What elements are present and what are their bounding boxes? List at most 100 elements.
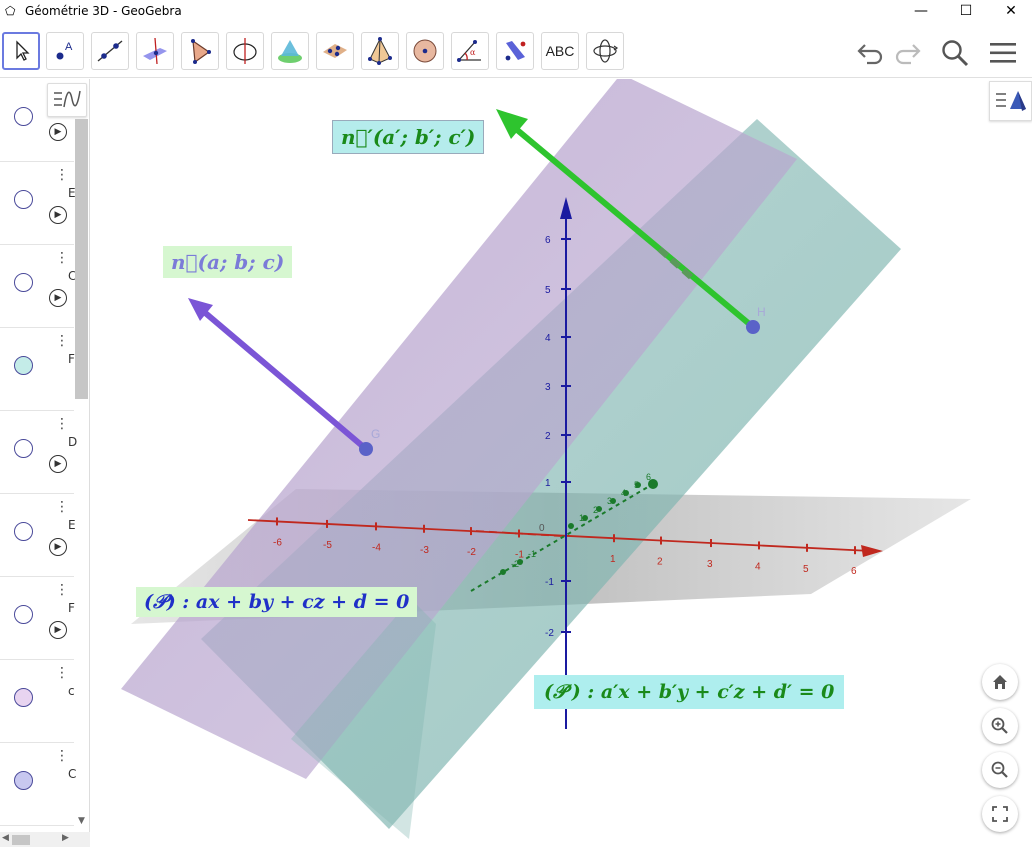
- plane-three-points-tool-button[interactable]: [316, 32, 354, 70]
- pyramid-tool-icon: [368, 37, 392, 65]
- z-axis-tick-label: 3: [545, 382, 551, 393]
- angle-tool-button[interactable]: α: [451, 32, 489, 70]
- more-options-icon[interactable]: ⋮: [55, 251, 69, 265]
- origin-label: 0: [539, 523, 545, 534]
- y-axis-tick: [500, 569, 506, 575]
- visibility-toggle-icon[interactable]: [14, 771, 33, 790]
- visibility-toggle-icon[interactable]: [14, 190, 33, 209]
- point-h[interactable]: [746, 320, 760, 334]
- pyramid-tool-button[interactable]: [361, 32, 399, 70]
- minimize-button[interactable]: —: [898, 0, 944, 22]
- perpendicular-line-tool-button[interactable]: [136, 32, 174, 70]
- text-tool-button[interactable]: ABC: [541, 32, 579, 70]
- point-tool-icon: A: [56, 41, 73, 60]
- vector-n[interactable]: [201, 308, 368, 452]
- label-plane-p-prime[interactable]: (𝒫′) : a′x + b′y + c′z + d′ = 0: [534, 675, 845, 709]
- x-axis-tick-label: -2: [467, 547, 476, 558]
- algebra-row-text: C: [68, 767, 77, 781]
- horizontal-scroll-thumb[interactable]: [12, 835, 30, 845]
- move-tool-button[interactable]: [2, 32, 40, 70]
- visibility-toggle-icon[interactable]: [14, 107, 33, 126]
- algebra-graph-icon: [54, 90, 81, 108]
- play-slider-icon[interactable]: ▶: [49, 123, 67, 141]
- visibility-toggle-icon[interactable]: [14, 273, 33, 292]
- algebra-row-text: D: [68, 435, 78, 449]
- point-tool-button[interactable]: A: [46, 32, 84, 70]
- more-options-icon[interactable]: ⋮: [55, 749, 69, 763]
- algebra-view-toggle-button[interactable]: [47, 83, 87, 117]
- scroll-down-arrow-icon[interactable]: ▼: [78, 816, 85, 826]
- sphere-tool-button[interactable]: [406, 32, 444, 70]
- more-options-icon[interactable]: ⋮: [55, 500, 69, 514]
- zoom-in-button[interactable]: [982, 708, 1018, 744]
- visibility-toggle-icon[interactable]: [14, 688, 33, 707]
- zoom-out-button[interactable]: [982, 752, 1018, 788]
- more-options-icon[interactable]: ⋮: [55, 334, 69, 348]
- label-n[interactable]: n⃗(a; b; c): [163, 246, 293, 278]
- y-axis-tick: [582, 515, 588, 521]
- polygon-tool-icon: [191, 39, 211, 64]
- x-axis-tick-label: -6: [273, 537, 282, 548]
- play-slider-icon[interactable]: ▶: [49, 206, 67, 224]
- algebra-row[interactable]: ⋮ ▶ D: [0, 411, 78, 494]
- undo-button[interactable]: [853, 36, 887, 70]
- redo-icon: [895, 44, 921, 65]
- algebra-vertical-scrollbar[interactable]: [75, 119, 88, 399]
- algebra-row[interactable]: ⋮ F: [0, 328, 75, 411]
- algebra-row[interactable]: ⋮ C: [0, 743, 77, 826]
- perpendicular-line-tool-icon: [143, 37, 167, 65]
- visibility-toggle-icon[interactable]: [14, 605, 33, 624]
- fullscreen-icon: [992, 806, 1008, 822]
- redo-button[interactable]: [891, 36, 925, 70]
- home-button[interactable]: [982, 664, 1018, 700]
- move-tool-icon: [16, 40, 30, 61]
- svg-text:A: A: [65, 41, 73, 53]
- algebra-view: ⋮▶⋮▶E⋮▶C⋮F⋮▶D⋮▶E⋮▶F⋮c⋮C ▼ ◀ ▶: [0, 79, 90, 847]
- algebra-row[interactable]: ⋮ ▶ E: [0, 494, 76, 577]
- more-options-icon[interactable]: ⋮: [55, 417, 69, 431]
- x-axis-tick-label: 3: [707, 559, 713, 570]
- z-axis-tick-label: 6: [545, 235, 551, 246]
- play-slider-icon[interactable]: ▶: [49, 289, 67, 307]
- graphics-3d-view[interactable]: -6-5-4-3-2-1123456 654321-1-2 123456-1-2…: [91, 79, 1032, 847]
- sphere-tool-icon: [413, 39, 437, 63]
- algebra-row[interactable]: ⋮ ▶ E: [0, 162, 76, 245]
- more-options-icon[interactable]: ⋮: [55, 168, 69, 182]
- intersect-surfaces-tool-button[interactable]: [271, 32, 309, 70]
- scroll-left-arrow-icon[interactable]: ◀: [2, 833, 9, 843]
- visibility-toggle-icon[interactable]: [14, 522, 33, 541]
- z-axis-tick-label: -2: [545, 628, 554, 639]
- menu-icon: [990, 43, 1016, 63]
- fullscreen-button[interactable]: [982, 796, 1018, 832]
- rotate-view-tool-button[interactable]: [586, 32, 624, 70]
- z-axis-tick-label: 5: [545, 285, 551, 296]
- zoom-in-icon: [991, 717, 1008, 734]
- reflect-plane-tool-button[interactable]: [496, 32, 534, 70]
- more-options-icon[interactable]: ⋮: [55, 666, 69, 680]
- algebra-row[interactable]: ⋮ ▶ F: [0, 577, 75, 660]
- main-menu-button[interactable]: [986, 36, 1020, 70]
- play-slider-icon[interactable]: ▶: [49, 538, 67, 556]
- circle-axis-tool-button[interactable]: [226, 32, 264, 70]
- home-icon: [993, 675, 1007, 689]
- graphics-style-bar-toggle[interactable]: [989, 81, 1032, 121]
- search-button[interactable]: [938, 36, 972, 70]
- play-slider-icon[interactable]: ▶: [49, 455, 67, 473]
- 3d-scene[interactable]: -6-5-4-3-2-1123456 654321-1-2 123456-1-2…: [91, 79, 1032, 847]
- polygon-tool-button[interactable]: [181, 32, 219, 70]
- label-n-prime[interactable]: n⃗′(a′; b′; c′): [332, 120, 485, 154]
- close-button[interactable]: ✕: [988, 0, 1032, 22]
- z-axis-tick-label: 2: [545, 431, 551, 442]
- point-g[interactable]: [359, 442, 373, 456]
- algebra-horizontal-scrollbar[interactable]: ◀ ▶: [0, 832, 90, 847]
- maximize-button[interactable]: ☐: [943, 0, 989, 22]
- visibility-toggle-icon[interactable]: [14, 439, 33, 458]
- scroll-right-arrow-icon[interactable]: ▶: [62, 833, 69, 843]
- algebra-row[interactable]: ⋮ ▶ C: [0, 245, 76, 328]
- line-tool-button[interactable]: [91, 32, 129, 70]
- play-slider-icon[interactable]: ▶: [49, 621, 67, 639]
- algebra-row[interactable]: ⋮ c: [0, 660, 75, 743]
- visibility-toggle-icon[interactable]: [14, 356, 33, 375]
- more-options-icon[interactable]: ⋮: [55, 583, 69, 597]
- label-plane-p[interactable]: (𝒫) : ax + by + cz + d = 0: [136, 587, 418, 617]
